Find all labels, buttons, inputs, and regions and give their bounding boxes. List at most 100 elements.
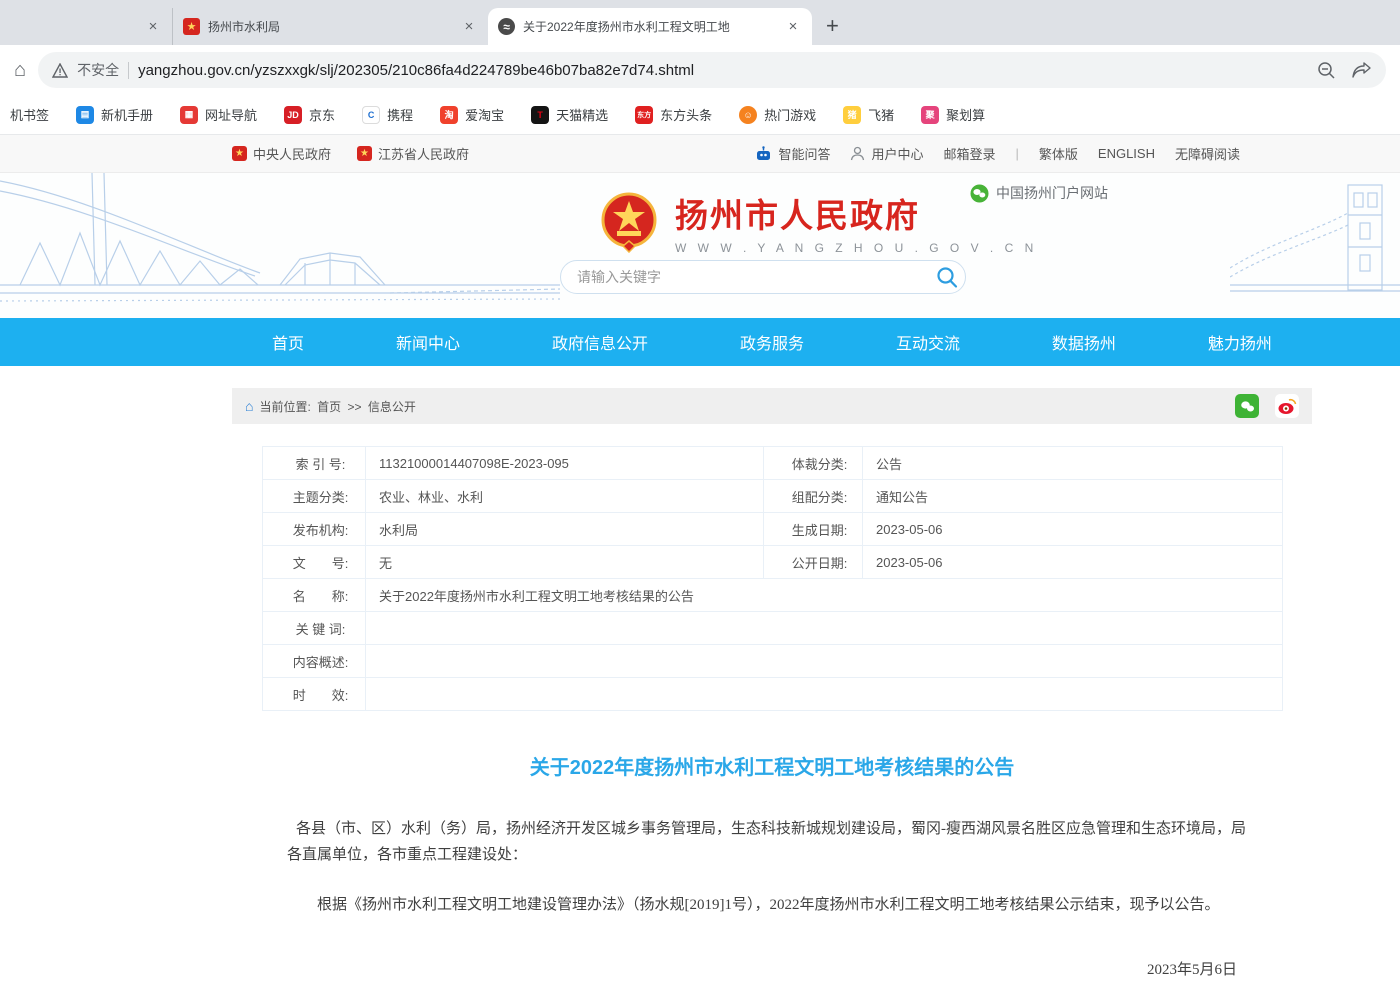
meta-value: 水利局 — [366, 513, 764, 546]
article-paragraph: 根据《扬州市水利工程文明工地建设管理办法》（扬水规[2019]1号），2022年… — [287, 892, 1257, 918]
bookmark-label: 东方头条 — [660, 105, 712, 124]
english-link[interactable]: ENGLISH — [1098, 146, 1155, 161]
tab-close-icon[interactable]: × — [460, 18, 478, 36]
bookmark-label: 热门游戏 — [764, 105, 816, 124]
bookmark-tmall[interactable]: T 天猫精选 — [531, 105, 608, 124]
link-label: 智能问答 — [778, 144, 830, 163]
nav-gov-info-disclosure[interactable]: 政府信息公开 — [552, 330, 648, 354]
share-icon[interactable] — [1352, 61, 1372, 79]
site-url-caption: W W W . Y A N G Z H O U . G O V . C N — [675, 241, 1037, 255]
security-label: 不安全 — [77, 60, 119, 80]
tmall-icon: T — [531, 106, 549, 124]
bookmark-juhuasuan[interactable]: 聚 聚划算 — [921, 105, 985, 124]
meta-label: 文 号: — [263, 546, 366, 579]
meta-value: 公告 — [863, 447, 1283, 480]
bookmark-label: 飞猪 — [868, 105, 894, 124]
table-row: 索 引 号: 11321000014407098E-2023-095 体裁分类:… — [263, 447, 1283, 480]
tab-title: 扬州市水利局 — [208, 18, 280, 35]
bookmark-label: 天猫精选 — [556, 105, 608, 124]
page-content: ⌂ 当前位置: 首页 >> 信息公开 — [232, 388, 1312, 997]
address-bar[interactable]: 不安全 yangzhou.gov.cn/yzszxxgk/slj/202305/… — [38, 52, 1386, 88]
robot-icon — [755, 146, 772, 162]
portal-label: 中国扬州门户网站 — [996, 183, 1108, 203]
nav-gov-services[interactable]: 政务服务 — [740, 330, 804, 354]
mail-login-link[interactable]: 邮箱登录 — [943, 144, 995, 163]
bookmark-label: 聚划算 — [946, 105, 985, 124]
site-search[interactable] — [560, 260, 966, 294]
tab-cropped[interactable]: × — [0, 8, 172, 45]
bookmark-nav-site[interactable]: ▦ 网址导航 — [180, 105, 257, 124]
tab-close-icon[interactable]: × — [784, 18, 802, 36]
article-title: 关于2022年度扬州市水利工程文明工地考核结果的公告 — [232, 751, 1312, 780]
link-label: 用户中心 — [871, 144, 923, 163]
nav-home[interactable]: 首页 — [272, 330, 304, 354]
search-input[interactable] — [577, 269, 935, 285]
bookmark-cropped[interactable]: 机书签 — [10, 105, 49, 124]
bookmark-label: 网址导航 — [205, 105, 257, 124]
portal-link[interactable]: 中国扬州门户网站 — [970, 183, 1108, 203]
bookmark-eastday[interactable]: 东方 东方头条 — [635, 105, 712, 124]
article-date: 2023年5月6日 — [232, 958, 1312, 979]
nav-data-yangzhou[interactable]: 数据扬州 — [1052, 330, 1116, 354]
meta-value: 农业、林业、水利 — [366, 480, 764, 513]
gov-top-bar: ★ 中央人民政府 ★ 江苏省人民政府 智能问答 — [0, 135, 1400, 173]
nav-news-center[interactable]: 新闻中心 — [396, 330, 460, 354]
jiangsu-gov-link[interactable]: ★ 江苏省人民政府 — [357, 144, 469, 163]
meta-value: 通知公告 — [863, 480, 1283, 513]
tab-active-announcement[interactable]: ≈ 关于2022年度扬州市水利工程文明工地 × — [488, 8, 812, 45]
breadcrumb-current-link[interactable]: 信息公开 — [368, 400, 416, 414]
user-center-link[interactable]: 用户中心 — [850, 144, 923, 163]
home-icon: ⌂ — [245, 398, 253, 414]
nav-interaction[interactable]: 互动交流 — [896, 330, 960, 354]
site-banner: 扬州市人民政府 W W W . Y A N G Z H O U . G O V … — [0, 173, 1400, 318]
table-row: 名 称: 关于2022年度扬州市水利工程文明工地考核结果的公告 — [263, 579, 1283, 612]
wechat-share-icon[interactable] — [1235, 394, 1259, 418]
search-icon[interactable] — [935, 265, 959, 289]
home-icon[interactable]: ⌂ — [14, 60, 26, 80]
tab-title: 关于2022年度扬州市水利工程文明工地 — [523, 18, 730, 35]
browser-tab-strip: × ★ 扬州市水利局 × ≈ 关于2022年度扬州市水利工程文明工地 × + — [0, 0, 1400, 45]
gov-emblem-favicon-icon: ★ — [183, 18, 200, 35]
weibo-share-icon[interactable] — [1275, 394, 1299, 418]
national-emblem-icon — [598, 191, 660, 253]
breadcrumb-home-link[interactable]: 首页 — [317, 400, 341, 414]
games-icon: ☺ — [739, 106, 757, 124]
bookmark-aitaobao[interactable]: 淘 爱淘宝 — [440, 105, 504, 124]
link-label: 中央人民政府 — [253, 144, 331, 163]
meta-value — [366, 612, 1283, 645]
meta-label: 组配分类: — [764, 480, 863, 513]
accessibility-link[interactable]: 无障碍阅读 — [1175, 144, 1240, 163]
new-tab-button[interactable]: + — [826, 13, 839, 39]
meta-value: 2023-05-06 — [863, 546, 1283, 579]
user-icon — [850, 146, 865, 161]
link-label: 繁体版 — [1039, 144, 1078, 163]
traditional-chinese-link[interactable]: 繁体版 — [1039, 144, 1078, 163]
meta-label: 内容概述: — [263, 645, 366, 678]
document-meta-table: 索 引 号: 11321000014407098E-2023-095 体裁分类:… — [262, 446, 1283, 711]
bookmark-fliggy[interactable]: 猪 飞猪 — [843, 105, 894, 124]
zoom-out-icon[interactable] — [1317, 61, 1336, 80]
meta-value: 关于2022年度扬州市水利工程文明工地考核结果的公告 — [366, 579, 1283, 612]
tab-yangzhou-water-bureau[interactable]: ★ 扬州市水利局 × — [172, 8, 488, 45]
bookmark-jd[interactable]: JD 京东 — [284, 105, 335, 124]
bookmark-games[interactable]: ☺ 热门游戏 — [739, 105, 816, 124]
bookmark-ctrip[interactable]: C 携程 — [362, 105, 413, 124]
juhuasuan-icon: 聚 — [921, 106, 939, 124]
meta-value — [366, 645, 1283, 678]
link-label: ENGLISH — [1098, 146, 1155, 161]
bookmark-label: 携程 — [387, 105, 413, 124]
bookmarks-bar: 机书签 ▤ 新机手册 ▦ 网址导航 JD 京东 C 携程 淘 爱淘宝 T 天猫精… — [0, 95, 1400, 135]
url-text[interactable]: yangzhou.gov.cn/yzszxxgk/slj/202305/210c… — [138, 62, 1308, 79]
gov-emblem-icon: ★ — [232, 146, 247, 161]
central-gov-link[interactable]: ★ 中央人民政府 — [232, 144, 331, 163]
link-label: 无障碍阅读 — [1175, 144, 1240, 163]
smart-qa-link[interactable]: 智能问答 — [755, 144, 830, 163]
nav-charming-yangzhou[interactable]: 魅力扬州 — [1208, 330, 1272, 354]
tab-close-icon[interactable]: × — [144, 18, 162, 36]
meta-value: 无 — [366, 546, 764, 579]
omnibox-divider — [128, 62, 129, 79]
breadcrumb-label: 当前位置: — [259, 400, 310, 414]
site-favicon-icon: ≈ — [498, 18, 515, 35]
bookmark-manual[interactable]: ▤ 新机手册 — [76, 105, 153, 124]
meta-label: 公开日期: — [764, 546, 863, 579]
